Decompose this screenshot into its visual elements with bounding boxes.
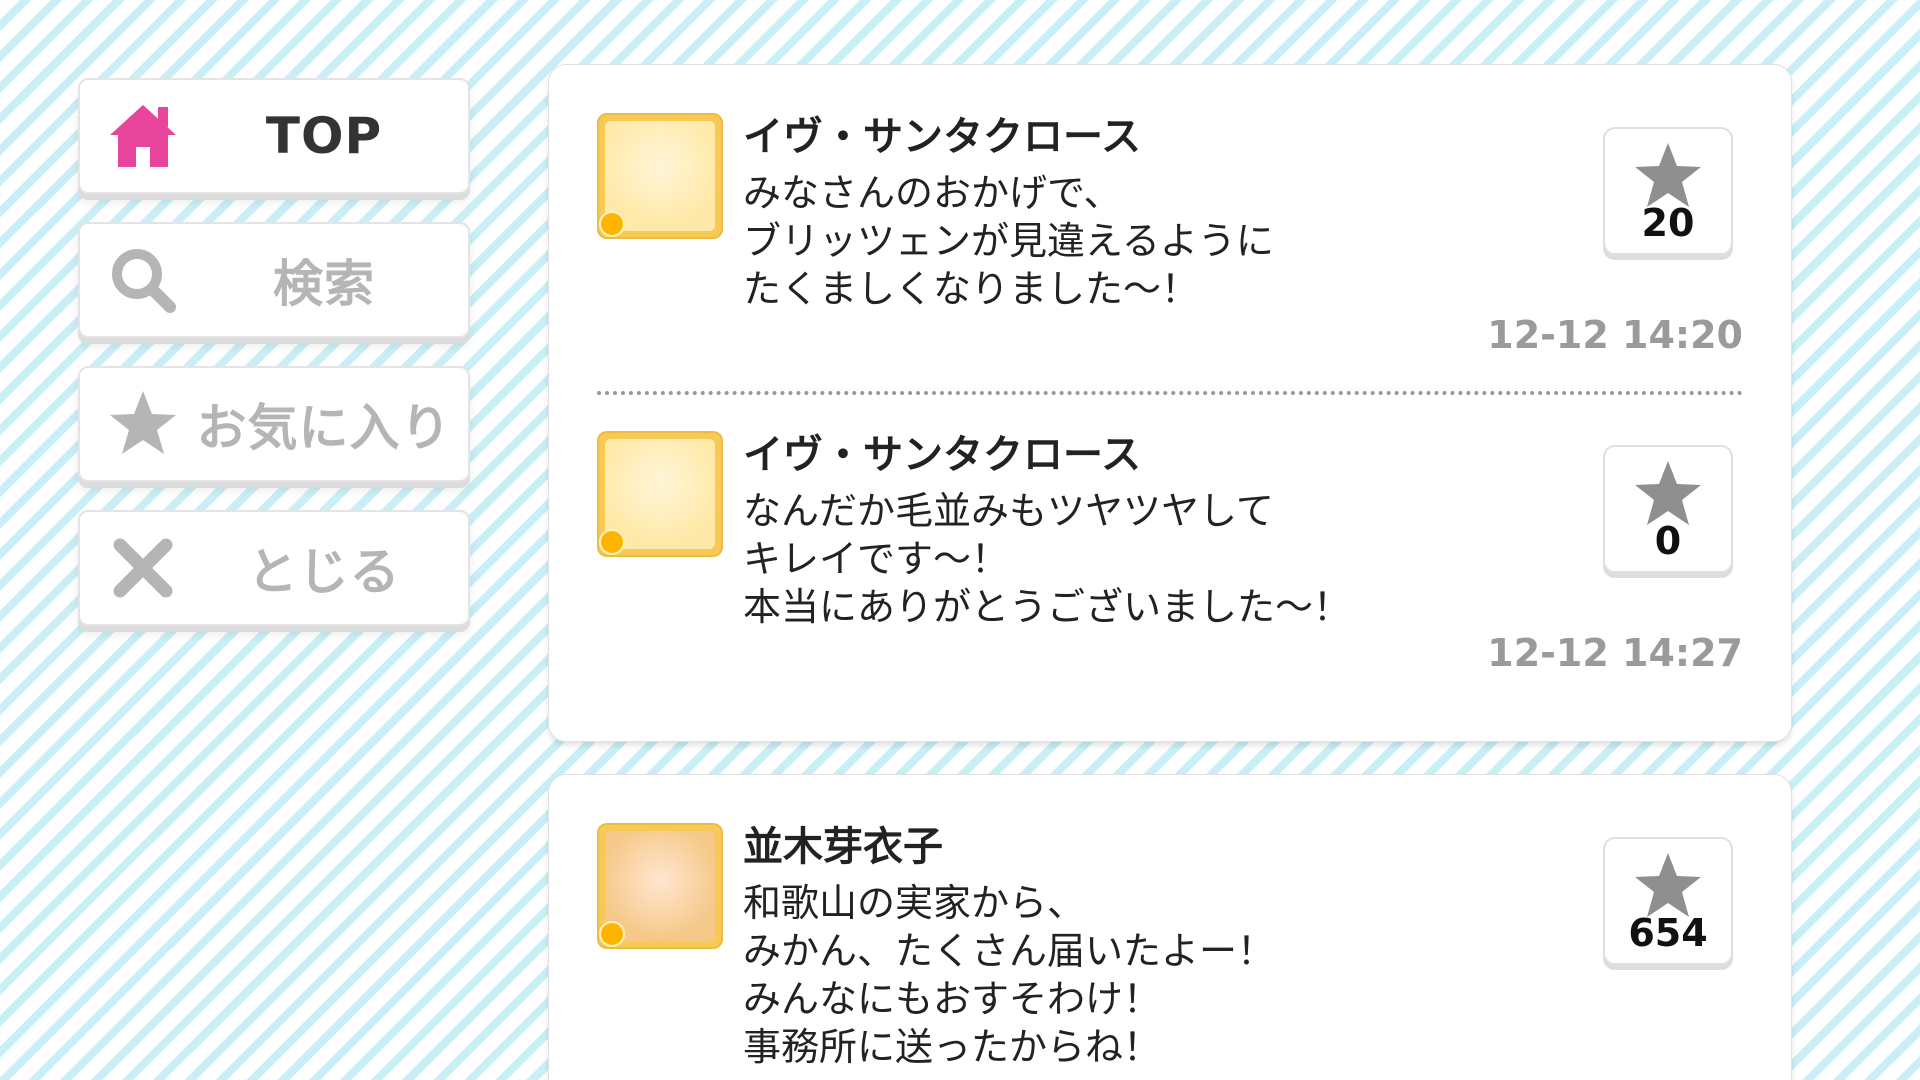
home-icon [106,99,180,173]
search-icon [106,243,180,317]
flower-badge-icon [599,921,625,947]
sidebar-item-label: 検索 [273,255,375,313]
post-item: イヴ・サンタクロース みなさんのおかげで、 ブリッツェンが見違えるように たくま… [597,113,1743,373]
post-message: 和歌山の実家から、 みかん、たくさん届いたよー！ みんなにもおすそわけ！ 事務所… [743,881,1276,1069]
sidebar-item-favorites[interactable]: お気に入り [78,366,470,482]
divider [597,391,1743,395]
message-card: 並木芽衣子 和歌山の実家から、 みかん、たくさん届いたよー！ みんなにもおすそわ… [548,774,1792,1080]
flower-badge-icon [599,529,625,555]
like-button[interactable]: 20 [1603,127,1733,255]
avatar[interactable] [597,823,723,949]
post-author: イヴ・サンタクロース [743,432,1141,478]
star-icon [106,387,180,461]
post-timestamp: 12-12 14:20 [1487,313,1743,357]
like-count: 654 [1628,911,1708,955]
avatar[interactable] [597,431,723,557]
post-item: 並木芽衣子 和歌山の実家から、 みかん、たくさん届いたよー！ みんなにもおすそわ… [597,823,1743,1080]
sidebar-item-label: TOP [265,107,383,165]
sidebar-item-close[interactable]: とじる [78,510,470,626]
close-icon [106,531,180,605]
post-timestamp: 12-12 14:27 [1487,631,1743,675]
sidebar-item-search[interactable]: 検索 [78,222,470,338]
post-author: 並木芽衣子 [743,824,943,870]
like-button[interactable]: 654 [1603,837,1733,965]
post-item: イヴ・サンタクロース なんだか毛並みもツヤツヤして キレイです～！ 本当にありが… [597,431,1743,691]
sidebar-item-label: お気に入り [196,399,452,457]
flower-badge-icon [599,211,625,237]
post-message: みなさんのおかげで、 ブリッツェンが見違えるように たくましくなりました～！ [743,171,1274,311]
like-button[interactable]: 0 [1603,445,1733,573]
sidebar-item-top[interactable]: TOP [78,78,470,194]
message-card: イヴ・サンタクロース みなさんのおかげで、 ブリッツェンが見違えるように たくま… [548,64,1792,742]
post-message: なんだか毛並みもツヤツヤして キレイです～！ 本当にありがとうございました～！ [743,489,1352,629]
post-author: イヴ・サンタクロース [743,114,1141,160]
sidebar: TOP 検索 お気に入り とじる [78,78,470,654]
sidebar-item-label: とじる [247,543,401,601]
like-count: 20 [1641,201,1695,245]
like-count: 0 [1654,519,1682,563]
avatar[interactable] [597,113,723,239]
